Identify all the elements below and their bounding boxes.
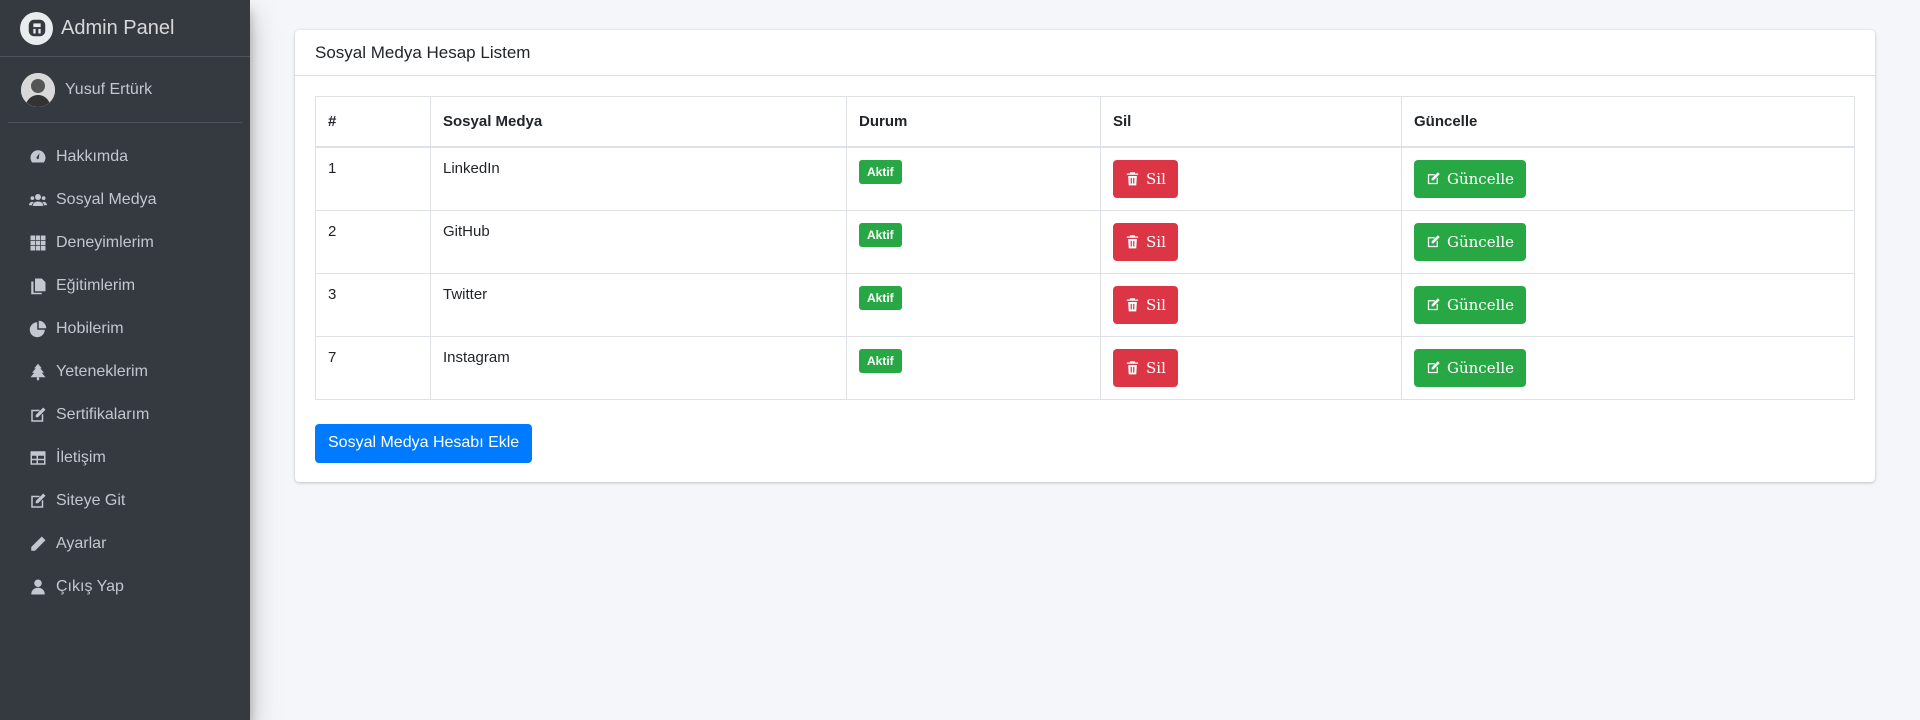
- trash-icon: [1126, 361, 1139, 375]
- user-name: Yusuf Ertürk: [65, 80, 153, 98]
- delete-button[interactable]: Sil: [1113, 285, 1178, 324]
- table-row: 7 Instagram Aktif Sil Güncelle: [315, 335, 1855, 400]
- table-row: 2 GitHub Aktif Sil Güncelle: [315, 209, 1855, 274]
- sidebar-item-label: Deneyimlerim: [56, 233, 154, 251]
- table-header-row: # Sosyal Medya Durum Sil Güncelle: [315, 96, 1855, 148]
- delete-button-label: Sil: [1146, 358, 1166, 377]
- user-icon: [27, 578, 49, 596]
- edit-icon: [1427, 172, 1440, 185]
- edit-icon: [27, 406, 49, 424]
- trash-icon: [1126, 172, 1139, 186]
- trash-icon: [1126, 235, 1139, 249]
- sidebar-item-label: Sosyal Medya: [56, 190, 157, 208]
- column-header-delete: Sil: [1100, 96, 1402, 148]
- social-media-card: Sosyal Medya Hesap Listem # Sosyal Medya…: [295, 30, 1875, 482]
- table-icon: [27, 449, 49, 467]
- row-id: 3: [315, 272, 431, 337]
- grid-icon: [27, 234, 49, 252]
- copy-icon: [27, 277, 49, 295]
- delete-button-label: Sil: [1146, 232, 1166, 251]
- pie-chart-icon: [27, 320, 49, 338]
- update-button[interactable]: Güncelle: [1414, 159, 1527, 198]
- row-social-media-name: LinkedIn: [430, 146, 847, 211]
- delete-button-label: Sil: [1146, 295, 1166, 314]
- delete-button-label: Sil: [1146, 169, 1166, 188]
- sidebar-item-hobilerim[interactable]: Hobilerim: [0, 307, 250, 350]
- row-id: 1: [315, 146, 431, 211]
- sidebar-item-label: Çıkış Yap: [56, 577, 124, 595]
- edit-icon: [1427, 298, 1440, 311]
- sidebar-item-label: Hobilerim: [56, 319, 124, 337]
- update-button-label: Güncelle: [1447, 358, 1515, 377]
- delete-button[interactable]: Sil: [1113, 348, 1178, 387]
- user-panel[interactable]: Yusuf Ertürk: [8, 57, 242, 123]
- status-badge: Aktif: [859, 348, 902, 373]
- row-id: 7: [315, 335, 431, 400]
- status-badge: Aktif: [859, 222, 902, 247]
- update-button[interactable]: Güncelle: [1414, 222, 1527, 261]
- column-header-status: Durum: [846, 96, 1101, 148]
- row-social-media-name: GitHub: [430, 209, 847, 274]
- column-header-update: Güncelle: [1401, 96, 1855, 148]
- column-header-social-media: Sosyal Medya: [430, 96, 847, 148]
- update-button[interactable]: Güncelle: [1414, 285, 1527, 324]
- edit-icon: [1427, 235, 1440, 248]
- sidebar-item-siteye-git[interactable]: Siteye Git: [0, 479, 250, 522]
- delete-button[interactable]: Sil: [1113, 222, 1178, 261]
- sidebar-item-egitimlerim[interactable]: Eğitimlerim: [0, 264, 250, 307]
- users-icon: [27, 191, 49, 209]
- pencil-icon: [27, 535, 49, 553]
- add-social-media-button[interactable]: Sosyal Medya Hesabı Ekle: [315, 423, 533, 463]
- social-media-table: # Sosyal Medya Durum Sil Güncelle 1 Link…: [315, 96, 1855, 400]
- card-body: # Sosyal Medya Durum Sil Güncelle 1 Link…: [295, 76, 1875, 483]
- sidebar-item-label: Yeteneklerim: [56, 362, 148, 380]
- sidebar-item-iletisim[interactable]: İletişim: [0, 436, 250, 479]
- card-title: Sosyal Medya Hesap Listem: [295, 30, 1875, 76]
- row-social-media-name: Twitter: [430, 272, 847, 337]
- sidebar-item-sertifikalarim[interactable]: Sertifikalarım: [0, 393, 250, 436]
- row-id: 2: [315, 209, 431, 274]
- trash-icon: [1126, 298, 1139, 312]
- sidebar-item-label: Eğitimlerim: [56, 276, 136, 294]
- status-badge: Aktif: [859, 285, 902, 310]
- sidebar-item-sosyal-medya[interactable]: Sosyal Medya: [0, 178, 250, 221]
- brand-logo-icon: [20, 11, 53, 45]
- edit-icon: [1427, 361, 1440, 374]
- update-button-label: Güncelle: [1447, 295, 1515, 314]
- sidebar-item-label: İletişim: [56, 448, 106, 466]
- update-button[interactable]: Güncelle: [1414, 348, 1527, 387]
- sidebar-nav: Hakkımda Sosyal Medya Deneyimlerim Eğiti…: [0, 135, 250, 608]
- table-row: 1 LinkedIn Aktif Sil Güncelle: [315, 146, 1855, 211]
- sidebar-item-hakkimda[interactable]: Hakkımda: [0, 135, 250, 178]
- sidebar: Admin Panel Yusuf Ertürk Hakkımda Sosyal…: [0, 0, 250, 720]
- delete-button[interactable]: Sil: [1113, 159, 1178, 198]
- avatar: [21, 72, 55, 107]
- sidebar-item-deneyimlerim[interactable]: Deneyimlerim: [0, 221, 250, 264]
- update-button-label: Güncelle: [1447, 232, 1515, 251]
- edit-icon: [27, 492, 49, 510]
- row-social-media-name: Instagram: [430, 335, 847, 400]
- sidebar-item-label: Hakkımda: [56, 147, 129, 165]
- sidebar-item-yeteneklerim[interactable]: Yeteneklerim: [0, 350, 250, 393]
- sidebar-item-label: Sertifikalarım: [56, 405, 150, 423]
- tachometer-icon: [27, 148, 49, 166]
- column-header-number: #: [315, 96, 431, 148]
- table-row: 3 Twitter Aktif Sil Güncelle: [315, 272, 1855, 337]
- sidebar-item-label: Siteye Git: [56, 491, 126, 509]
- sidebar-item-ayarlar[interactable]: Ayarlar: [0, 522, 250, 565]
- sidebar-item-cikis-yap[interactable]: Çıkış Yap: [0, 565, 250, 608]
- update-button-label: Güncelle: [1447, 169, 1515, 188]
- brand-link[interactable]: Admin Panel: [0, 0, 250, 57]
- sidebar-item-label: Ayarlar: [56, 534, 107, 552]
- tree-icon: [27, 363, 49, 381]
- status-badge: Aktif: [859, 159, 902, 184]
- brand-title: Admin Panel: [61, 16, 175, 39]
